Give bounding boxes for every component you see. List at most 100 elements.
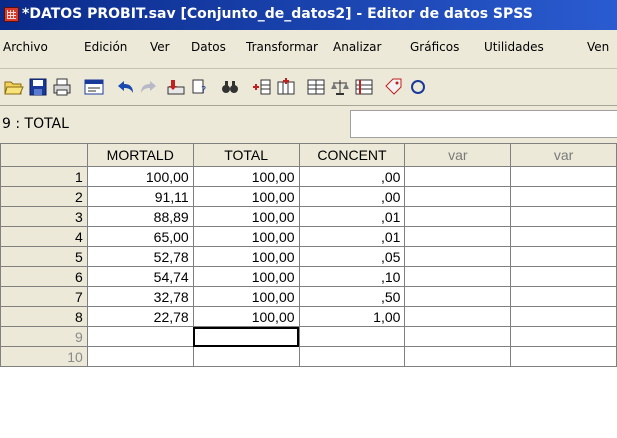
cell-mortald[interactable] xyxy=(86,326,194,347)
cell-total[interactable]: 100,00 xyxy=(192,266,300,287)
cell-mortald[interactable] xyxy=(86,346,194,367)
table-row: 5 52,78 100,00 ,05 xyxy=(0,246,617,267)
cell-total[interactable]: 100,00 xyxy=(192,226,300,247)
cell-total[interactable]: 100,00 xyxy=(192,186,300,207)
cell-mortald[interactable]: 88,89 xyxy=(86,206,194,227)
insert-variable-icon[interactable] xyxy=(276,78,296,96)
cell-reference: 9 : TOTAL xyxy=(2,116,69,132)
row-header[interactable]: 2 xyxy=(0,186,88,207)
row-header[interactable]: 1 xyxy=(0,166,88,187)
goto-case-icon[interactable] xyxy=(166,78,186,96)
cell-concent[interactable]: ,50 xyxy=(298,286,406,307)
cell-var[interactable] xyxy=(510,246,617,267)
cell-mortald[interactable]: 91,11 xyxy=(86,186,194,207)
cell-var[interactable] xyxy=(404,186,512,207)
cell-var[interactable] xyxy=(510,186,617,207)
print-icon[interactable] xyxy=(52,78,72,96)
redo-icon[interactable] xyxy=(138,78,158,96)
cell-total[interactable]: 100,00 xyxy=(192,306,300,327)
column-header-total[interactable]: TOTAL xyxy=(192,143,300,167)
open-folder-icon[interactable] xyxy=(4,78,24,96)
cell-total[interactable] xyxy=(192,346,300,367)
cell-concent[interactable]: ,05 xyxy=(298,246,406,267)
cell-concent[interactable]: ,10 xyxy=(298,266,406,287)
row-header[interactable]: 10 xyxy=(0,346,88,367)
grid-corner[interactable] xyxy=(0,143,88,167)
cell-var[interactable] xyxy=(404,266,512,287)
cell-var[interactable] xyxy=(510,266,617,287)
cell-var[interactable] xyxy=(510,286,617,307)
split-file-icon[interactable] xyxy=(306,78,326,96)
menu-bar: Archivo Edición Ver Datos Transformar An… xyxy=(0,30,617,69)
cell-var[interactable] xyxy=(510,326,617,347)
cell-concent[interactable]: ,00 xyxy=(298,166,406,187)
cell-total[interactable]: 100,00 xyxy=(192,166,300,187)
undo-icon[interactable] xyxy=(116,78,136,96)
cell-concent[interactable] xyxy=(298,346,406,367)
cell-mortald[interactable]: 100,00 xyxy=(86,166,194,187)
row-header[interactable]: 7 xyxy=(0,286,88,307)
menu-edicion[interactable]: Edición xyxy=(84,40,127,54)
cell-value-input[interactable] xyxy=(350,110,617,138)
cell-concent[interactable]: ,00 xyxy=(298,186,406,207)
column-header-concent[interactable]: CONCENT xyxy=(298,143,406,167)
column-header-mortald[interactable]: MORTALD xyxy=(86,143,194,167)
cell-var[interactable] xyxy=(404,326,512,347)
table-row: 8 22,78 100,00 1,00 xyxy=(0,306,617,327)
cell-var[interactable] xyxy=(404,346,512,367)
menu-transformar[interactable]: Transformar xyxy=(246,40,318,54)
cell-total[interactable]: 100,00 xyxy=(192,206,300,227)
insert-cases-icon[interactable] xyxy=(252,78,272,96)
cell-concent[interactable]: ,01 xyxy=(298,206,406,227)
value-labels-icon[interactable] xyxy=(384,78,404,96)
cell-var[interactable] xyxy=(510,206,617,227)
cell-var[interactable] xyxy=(404,206,512,227)
table-row: 9 xyxy=(0,326,617,347)
row-header[interactable]: 8 xyxy=(0,306,88,327)
row-header[interactable]: 5 xyxy=(0,246,88,267)
dialog-recall-icon[interactable] xyxy=(84,78,104,96)
cell-mortald[interactable]: 65,00 xyxy=(86,226,194,247)
cell-concent[interactable]: ,01 xyxy=(298,226,406,247)
cell-mortald[interactable]: 54,74 xyxy=(86,266,194,287)
menu-ventana[interactable]: Ven xyxy=(587,40,609,54)
find-icon[interactable] xyxy=(220,78,240,96)
cell-mortald[interactable]: 32,78 xyxy=(86,286,194,307)
cell-var[interactable] xyxy=(404,306,512,327)
row-header[interactable]: 9 xyxy=(0,326,88,347)
cell-var[interactable] xyxy=(404,246,512,267)
menu-datos[interactable]: Datos xyxy=(191,40,226,54)
cell-concent[interactable] xyxy=(298,326,406,347)
row-header[interactable]: 3 xyxy=(0,206,88,227)
table-row: 2 91,11 100,00 ,00 xyxy=(0,186,617,207)
cell-total[interactable]: 100,00 xyxy=(192,246,300,267)
select-cases-icon[interactable] xyxy=(354,78,374,96)
menu-utilidades[interactable]: Utilidades xyxy=(484,40,544,54)
cell-var[interactable] xyxy=(510,306,617,327)
use-sets-icon[interactable] xyxy=(410,78,430,96)
weight-cases-icon[interactable] xyxy=(330,78,350,96)
cell-var[interactable] xyxy=(404,166,512,187)
row-header[interactable]: 6 xyxy=(0,266,88,287)
menu-archivo[interactable]: Archivo xyxy=(3,40,48,54)
cell-reference-bar: 9 : TOTAL xyxy=(0,106,617,144)
cell-mortald[interactable]: 22,78 xyxy=(86,306,194,327)
cell-mortald[interactable]: 52,78 xyxy=(86,246,194,267)
menu-analizar[interactable]: Analizar xyxy=(333,40,381,54)
save-icon[interactable] xyxy=(28,78,48,96)
cell-concent[interactable]: 1,00 xyxy=(298,306,406,327)
cell-var[interactable] xyxy=(510,166,617,187)
cell-total[interactable]: 100,00 xyxy=(192,286,300,307)
column-header-var[interactable]: var xyxy=(404,143,512,167)
cell-var[interactable] xyxy=(510,346,617,367)
cell-var[interactable] xyxy=(404,226,512,247)
cell-var[interactable] xyxy=(404,286,512,307)
menu-graficos[interactable]: Gráficos xyxy=(410,40,459,54)
cell-var[interactable] xyxy=(510,226,617,247)
menu-ver[interactable]: Ver xyxy=(150,40,170,54)
toolbar: ? xyxy=(0,69,617,106)
row-header[interactable]: 4 xyxy=(0,226,88,247)
cell-total-active[interactable] xyxy=(192,326,300,347)
variables-icon[interactable]: ? xyxy=(190,78,210,96)
column-header-var[interactable]: var xyxy=(510,143,617,167)
